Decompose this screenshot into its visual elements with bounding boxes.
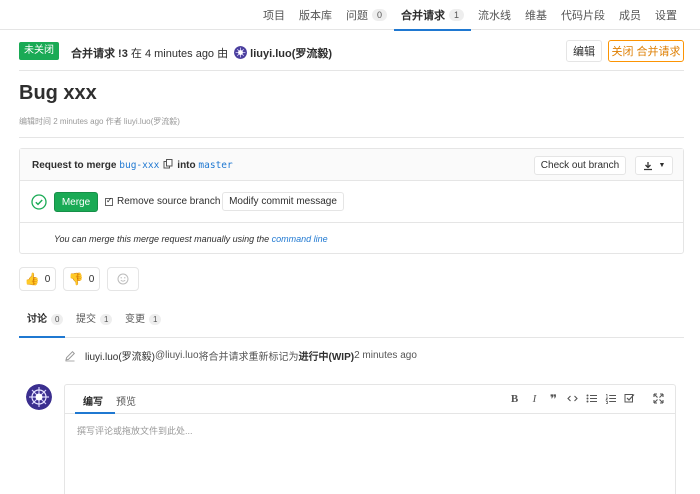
download-dropdown-button[interactable]: ▼ xyxy=(635,156,673,175)
merge-actions: Merge Remove source branch Modify commit… xyxy=(20,181,683,223)
remove-source-branch-checkbox[interactable]: Remove source branch xyxy=(105,196,220,207)
quote-icon[interactable]: ❞ xyxy=(547,392,560,406)
nav-item-repository[interactable]: 版本库 xyxy=(292,0,339,30)
chevron-down-icon: ▼ xyxy=(658,162,666,169)
thumbs-down-button[interactable]: 👎 0 xyxy=(63,267,100,291)
note-status: 进行中(WIP) xyxy=(298,352,355,363)
task-list-icon[interactable] xyxy=(623,392,636,405)
project-nav: 项目 版本库 问题 0 合并请求 1 流水线 维基 代码片段 成员 设置 xyxy=(0,0,700,31)
merge-requests-count-badge: 1 xyxy=(449,9,465,21)
copy-icon[interactable] xyxy=(163,159,173,169)
merge-widget-header: Request to merge bug-xxx into master Chec… xyxy=(20,149,683,181)
status-badge: 未关闭 xyxy=(19,42,59,60)
numbered-list-icon[interactable] xyxy=(604,392,617,405)
comment-textarea[interactable]: 撰写评论或拖放文件到此处... xyxy=(77,424,193,437)
mr-meta: 合并请求 !3 在 4 minutes ago 由 liuyi.luo(罗流毅) xyxy=(71,46,333,60)
active-tab-indicator xyxy=(19,336,65,338)
mr-header: 未关闭 合并请求 !3 在 4 minutes ago 由 liuyi.luo(… xyxy=(19,40,684,64)
nav-item-issues[interactable]: 问题 0 xyxy=(339,0,394,30)
merge-request-branches: Request to merge bug-xxx into master xyxy=(32,159,233,171)
system-note: liuyi.luo(罗流毅) @liuyi.luo 将合并请求重新标记为 进行中… xyxy=(64,348,417,363)
merge-button[interactable]: Merge xyxy=(54,192,98,212)
nav-item-project[interactable]: 项目 xyxy=(256,0,292,30)
pencil-icon xyxy=(65,350,76,361)
target-branch[interactable]: master xyxy=(198,160,232,171)
issues-count-badge: 0 xyxy=(372,9,388,21)
source-branch[interactable]: bug-xxx xyxy=(119,160,159,171)
close-merge-request-button[interactable]: 关闭 合并请求 xyxy=(608,40,684,62)
thumbs-up-icon: 👍 xyxy=(24,272,40,286)
tab-preview[interactable]: 预览 xyxy=(116,393,136,408)
edit-button[interactable]: 编辑 xyxy=(566,40,602,62)
editor-tabs: 编写 预览 B I ❞ xyxy=(65,385,675,414)
tab-commits[interactable]: 提交 1 xyxy=(76,310,113,325)
nav-item-merge-requests[interactable]: 合并请求 1 xyxy=(394,0,472,31)
header-divider xyxy=(19,70,684,71)
check-circle-icon xyxy=(31,194,47,210)
command-line-link[interactable]: command line xyxy=(272,234,328,244)
comment-editor: 编写 预览 B I ❞ 撰写评论或拖放文件到此处... xyxy=(64,384,676,494)
check-out-branch-button[interactable]: Check out branch xyxy=(534,156,626,175)
bold-icon[interactable]: B xyxy=(508,392,521,405)
avatar[interactable] xyxy=(26,384,52,410)
nav-item-wiki[interactable]: 维基 xyxy=(518,0,554,30)
thumbs-down-icon: 👎 xyxy=(68,272,84,286)
checkbox-checked-icon[interactable] xyxy=(105,196,113,206)
nav-item-settings[interactable]: 设置 xyxy=(648,0,684,30)
nav-item-pipelines[interactable]: 流水线 xyxy=(471,0,518,30)
tab-write[interactable]: 编写 xyxy=(83,393,103,408)
author-name[interactable]: liuyi.luo(罗流毅) xyxy=(250,48,332,60)
nav-item-snippets[interactable]: 代码片段 xyxy=(554,0,612,30)
merge-widget: Request to merge bug-xxx into master Chec… xyxy=(19,148,684,254)
smiley-icon xyxy=(117,273,129,285)
italic-icon[interactable]: I xyxy=(528,392,541,405)
note-handle[interactable]: @liuyi.luo xyxy=(155,350,199,361)
edited-note: 编辑时间 2 minutes ago 作者 liuyi.luo(罗流毅) xyxy=(19,117,180,126)
bullet-list-icon[interactable] xyxy=(585,392,598,405)
mr-tabs: 讨论 0 提交 1 变更 1 xyxy=(19,300,684,338)
page-title: Bug xxx xyxy=(19,82,97,104)
code-icon[interactable] xyxy=(566,392,579,405)
active-editor-tab-indicator xyxy=(75,412,115,414)
title-divider xyxy=(19,137,684,138)
author-avatar[interactable] xyxy=(234,46,248,59)
fullscreen-icon[interactable] xyxy=(652,392,665,405)
nav-item-members[interactable]: 成员 xyxy=(612,0,648,30)
note-time: 2 minutes ago xyxy=(354,350,417,361)
thumbs-up-button[interactable]: 👍 0 xyxy=(19,267,56,291)
manual-merge-hint: You can merge this merge request manuall… xyxy=(54,234,328,244)
note-author[interactable]: liuyi.luo(罗流毅) xyxy=(85,348,155,363)
mr-reference: 合并请求 !3 xyxy=(71,48,128,60)
modify-commit-message-button[interactable]: Modify commit message xyxy=(222,192,344,211)
tab-changes[interactable]: 变更 1 xyxy=(125,310,162,325)
download-icon xyxy=(643,161,652,170)
tab-discussion[interactable]: 讨论 0 xyxy=(27,310,64,325)
add-reaction-button[interactable] xyxy=(107,267,139,291)
